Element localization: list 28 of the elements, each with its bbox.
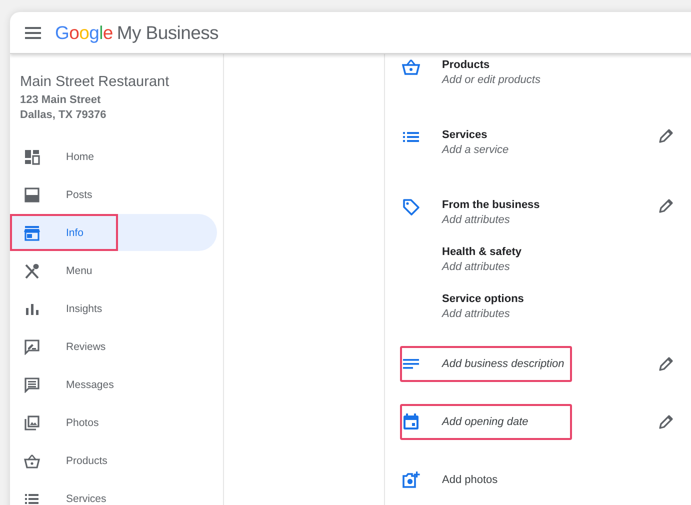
sidebar-item[interactable]: Services [10,480,217,505]
sidebar-item[interactable]: Posts [10,176,217,213]
attribute-hint[interactable]: Add attributes [442,260,526,275]
sidebar-item[interactable]: Insights [10,290,217,327]
attribute-title: Products [442,58,491,73]
sidebar-item[interactable]: Products [10,442,217,479]
sidebar-item[interactable]: Photos [10,404,217,441]
business-name: Main Street Restaurant [20,74,170,90]
attribute-title: From the business [442,198,541,213]
sidebar-item[interactable]: Reviews [10,328,217,365]
attribute-title: Service options [442,292,525,307]
add-link[interactable]: Add opening date [442,414,532,430]
add-photos-link[interactable]: Add photos [442,472,502,488]
attribute-title: Services [442,128,488,143]
highlight-frame: Info [10,214,118,251]
attribute-hint[interactable]: Add a service [442,143,509,158]
sidebar-item[interactable]: Messages [10,366,217,403]
attribute-hint[interactable]: Add attributes [442,307,528,322]
business-address: Dallas, TX 79376 [20,108,108,123]
attribute-title: Health & safety [442,245,522,260]
sidebar-item[interactable]: Info [10,214,217,251]
attribute-hint[interactable]: Add or edit products [442,73,540,88]
sidebar-item[interactable]: Home [10,138,217,175]
app-logo: Google My Business [55,22,218,44]
attribute-hint[interactable]: Add attributes [442,213,544,228]
sidebar-item[interactable]: Menu [10,252,217,289]
add-link[interactable]: Add business description [442,356,568,372]
business-address: 123 Main Street [20,93,102,108]
